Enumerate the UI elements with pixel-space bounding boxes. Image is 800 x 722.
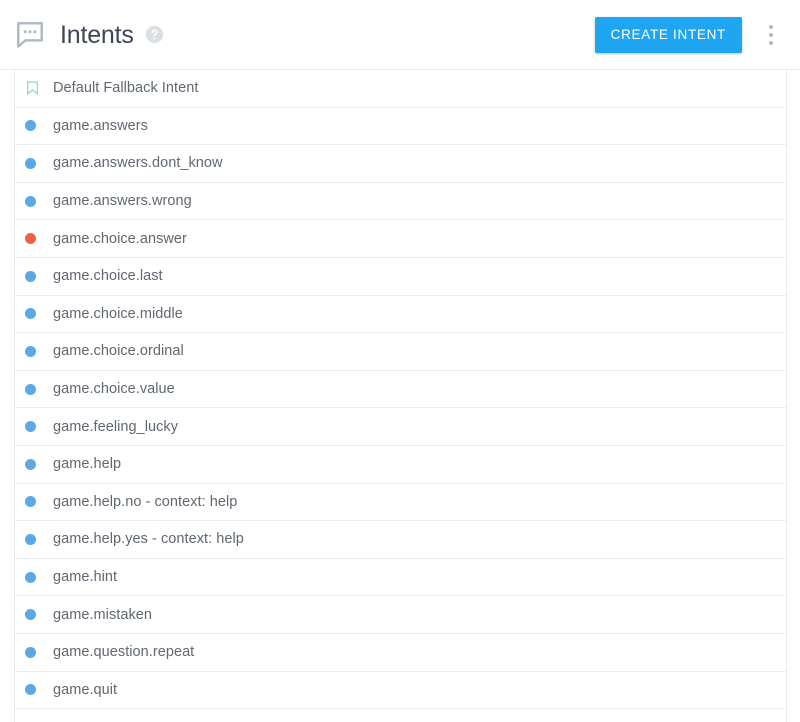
status-dot-icon <box>25 345 36 357</box>
header-left-group: Intents <box>10 19 595 51</box>
status-dot-cell <box>25 233 53 245</box>
kebab-dot <box>769 32 773 37</box>
kebab-dot <box>769 24 773 29</box>
status-dot-cell <box>25 609 53 621</box>
intent-name-label: game.hint <box>53 569 118 586</box>
status-dot-icon <box>25 684 36 696</box>
intent-row[interactable]: game.choice.value <box>15 370 786 409</box>
intent-name-label: game.mistaken <box>53 606 152 623</box>
list-right-rail <box>786 70 787 722</box>
status-dot-cell <box>25 646 53 658</box>
intent-name-label: game.quit <box>53 681 118 698</box>
status-dot-icon <box>25 157 36 169</box>
status-dot-cell <box>25 157 53 169</box>
intent-row[interactable]: game.help.no - context: help <box>15 483 786 522</box>
bookmark-icon-cell <box>25 80 53 96</box>
intent-name-label: game.choice.middle <box>53 305 183 322</box>
page-title: Intents <box>60 20 134 49</box>
intent-name-label: game.choice.answer <box>53 230 187 247</box>
bookmark-icon <box>27 81 38 95</box>
intent-name-label: game.choice.value <box>53 381 175 398</box>
status-dot-cell <box>25 533 53 545</box>
status-dot-cell <box>25 270 53 282</box>
chat-bubble-icon <box>17 21 43 48</box>
status-dot-cell <box>25 571 53 583</box>
intent-name-label: Default Fallback Intent <box>53 80 199 97</box>
intent-row[interactable] <box>15 709 786 722</box>
status-dot-icon <box>25 646 36 658</box>
help-circle-icon[interactable] <box>145 25 164 44</box>
status-dot-icon <box>25 120 36 132</box>
status-dot-icon <box>25 383 36 395</box>
status-dot-cell <box>25 421 53 433</box>
intent-name-label: game.answers <box>53 117 148 134</box>
intent-name-label: game.choice.last <box>53 268 163 285</box>
status-dot-cell <box>25 383 53 395</box>
page-header: Intents CREATE INTENT <box>0 0 800 70</box>
kebab-dot <box>769 40 773 45</box>
status-dot-cell <box>25 684 53 696</box>
intent-name-label: game.help.yes - context: help <box>53 531 244 548</box>
intent-name-label: game.answers.wrong <box>53 193 192 210</box>
status-dot-icon <box>25 571 36 583</box>
intent-row[interactable]: game.quit <box>15 671 786 710</box>
intent-row[interactable]: game.choice.ordinal <box>15 333 786 371</box>
status-dot-cell <box>25 345 53 357</box>
intent-list: Default Fallback Intent game.answers game.… <box>15 70 786 722</box>
status-dot-cell <box>25 120 53 132</box>
intent-row[interactable]: game.question.repeat <box>15 633 786 672</box>
status-dot-icon <box>25 195 36 207</box>
intent-row[interactable]: game.mistaken <box>15 596 786 634</box>
more-vert-icon[interactable] <box>758 17 784 53</box>
intent-name-label: game.question.repeat <box>53 644 195 661</box>
status-dot-cell <box>25 496 53 508</box>
intent-row[interactable]: game.answers <box>15 107 786 146</box>
intents-page: Intents CREATE INTENT Default Fallback I… <box>0 0 800 722</box>
status-dot-icon <box>25 609 36 621</box>
status-dot-cell <box>25 458 53 470</box>
intent-row[interactable]: game.hint <box>15 558 786 597</box>
intent-name-label: game.help.no - context: help <box>53 493 238 510</box>
status-dot-icon <box>25 496 36 508</box>
status-dot-icon <box>25 458 36 470</box>
intent-name-label: game.answers.dont_know <box>53 155 223 172</box>
intent-name-label: game.help <box>53 456 122 473</box>
header-right-group: CREATE INTENT <box>594 16 786 53</box>
intent-row[interactable]: game.choice.answer <box>15 220 786 258</box>
status-dot-icon <box>25 270 36 282</box>
intent-row[interactable]: game.help.yes - context: help <box>15 521 786 559</box>
status-dot-icon <box>25 308 36 320</box>
status-dot-icon <box>25 233 36 245</box>
intent-row[interactable]: game.feeling_lucky <box>15 408 786 446</box>
intent-list-container: Default Fallback Intent game.answers game.… <box>0 70 800 722</box>
intent-row[interactable]: game.answers.dont_know <box>15 145 786 183</box>
status-dot-cell <box>25 308 53 320</box>
intent-row[interactable]: game.choice.last <box>15 257 786 296</box>
intent-row[interactable]: game.help <box>15 445 786 484</box>
status-dot-icon <box>25 421 36 433</box>
status-dot-icon <box>25 533 36 545</box>
intent-row[interactable]: Default Fallback Intent <box>15 70 786 108</box>
intent-name-label: game.choice.ordinal <box>53 343 184 360</box>
intent-name-label: game.feeling_lucky <box>53 418 179 435</box>
intent-row[interactable]: game.choice.middle <box>15 295 786 334</box>
intent-row[interactable]: game.answers.wrong <box>15 182 786 221</box>
create-intent-button[interactable]: CREATE INTENT <box>594 16 742 53</box>
status-dot-cell <box>25 195 53 207</box>
